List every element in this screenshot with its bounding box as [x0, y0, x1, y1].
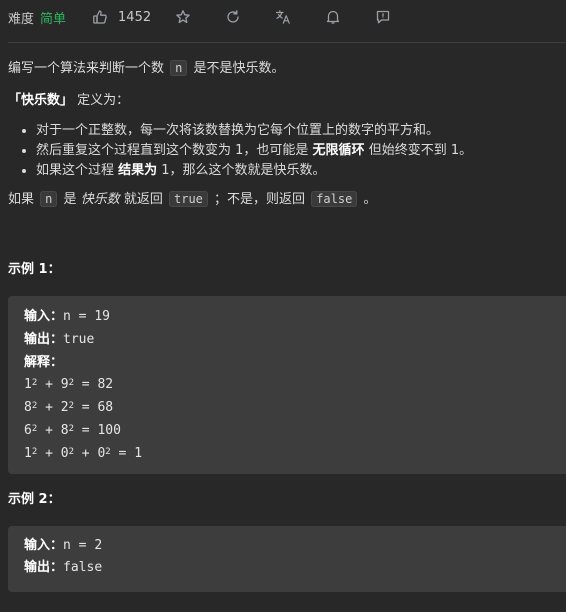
example-input-line: 输入：n = 19 — [24, 306, 558, 329]
text: ；不是，则返回 — [214, 192, 306, 207]
result: 100 — [97, 422, 121, 438]
term: 1 — [24, 445, 32, 461]
difficulty-label: 难度 — [8, 11, 35, 27]
input-label: 输入： — [24, 309, 64, 324]
list-item: 然后重复这个过程直到这个数变为 1，也可能是 无限循环 但始终变不到 1。 — [36, 141, 560, 161]
explain-label: 解释： — [24, 354, 64, 370]
result: 82 — [97, 377, 114, 393]
term: 6 — [24, 422, 32, 438]
comment-icon[interactable] — [375, 9, 391, 25]
like-button[interactable]: 1452 — [92, 9, 151, 25]
example-input-line: 输入：n = 2 — [24, 535, 558, 558]
example-1-title: 示例 1： — [8, 262, 61, 277]
explain-step: 12 + 92 = 82 — [24, 377, 114, 393]
output-value: true — [63, 331, 95, 347]
difficulty-value: 简单 — [40, 11, 67, 27]
example-2-title: 示例 2： — [8, 491, 61, 507]
result: 68 — [97, 400, 114, 416]
explain-step: 12 + 02 + 02 = 1 — [24, 445, 143, 461]
example-explain-line: 解释： — [24, 352, 558, 375]
text: 编写一个算法来判断一个数 — [8, 61, 165, 76]
output-label: 输出： — [24, 331, 64, 347]
explain-step: 62 + 82 = 100 — [24, 422, 121, 438]
term: 9 — [60, 377, 69, 393]
text: 然后重复这个过程直到这个数变为 1，也可能是 — [36, 143, 313, 158]
text: 。 — [363, 192, 377, 207]
refresh-icon[interactable] — [225, 9, 241, 25]
return-paragraph: 如果 n 是 快乐数 就返回 true ；不是，则返回 false 。 — [8, 189, 560, 210]
description-paragraph: 编写一个算法来判断一个数 n 是不是快乐数。 — [8, 58, 560, 79]
text: 定义为： — [77, 93, 130, 108]
likes-count: 1452 — [118, 9, 152, 25]
definition-paragraph: 「快乐数」 定义为： — [8, 91, 560, 111]
text: 如果这个过程 — [36, 163, 119, 178]
list-item: 如果这个过程 结果为 1，那么这个数就是快乐数。 — [36, 161, 560, 181]
divider — [8, 42, 566, 43]
example-2-block: 输入：n = 2 输出：false — [8, 525, 566, 593]
translate-icon[interactable] — [275, 9, 291, 25]
inline-code: n — [40, 191, 58, 207]
input-label: 输入： — [24, 537, 64, 553]
problem-toolbar: 难度 简单 1452 — [8, 0, 566, 34]
text: 对于一个正整数，每一次将该数替换为它每个位置上的数字的平方和。 — [36, 123, 440, 138]
explain-step: 82 + 22 = 68 — [24, 400, 114, 416]
input-value: n = 2 — [63, 537, 103, 553]
term: 1 — [24, 377, 32, 393]
example-output-line: 输出：false — [24, 557, 558, 580]
text: 如果 — [8, 192, 35, 207]
italic-text: 快乐数 — [80, 192, 120, 207]
text: 1，那么这个数就是快乐数。 — [157, 163, 326, 178]
inline-code: false — [311, 191, 358, 207]
star-icon[interactable] — [175, 9, 191, 25]
text: 是不是快乐数。 — [193, 61, 285, 76]
output-label: 输出： — [24, 560, 64, 576]
example-1-block: 输入：n = 19 输出：true 解释： 12 + 92 = 82 82 + … — [8, 296, 566, 474]
inline-code: n — [170, 60, 188, 76]
inline-code: true — [169, 191, 208, 207]
input-value: n = 19 — [63, 309, 110, 324]
result: 1 — [134, 445, 143, 461]
term-happy-number: 「快乐数」 — [8, 93, 74, 108]
text: 就返回 — [123, 192, 163, 207]
list-item: 对于一个正整数，每一次将该数替换为它每个位置上的数字的平方和。 — [36, 121, 560, 141]
bold-text: 无限循环 — [312, 143, 365, 158]
bell-icon[interactable] — [325, 9, 341, 25]
problem-description: 编写一个算法来判断一个数 n 是不是快乐数。 「快乐数」 定义为： 对于一个正整… — [8, 56, 566, 593]
term: 0 — [60, 445, 69, 461]
definition-list: 对于一个正整数，每一次将该数替换为它每个位置上的数字的平方和。 然后重复这个过程… — [8, 121, 560, 181]
thumbs-up-icon — [92, 9, 108, 25]
term: 2 — [60, 400, 69, 416]
text: 但始终变不到 1。 — [364, 143, 473, 158]
text: 是 — [63, 192, 77, 207]
output-value: false — [63, 560, 103, 576]
bold-text: 结果为 — [118, 163, 158, 178]
term: 8 — [24, 400, 32, 416]
example-output-line: 输出：true — [24, 329, 558, 352]
term: 8 — [60, 422, 69, 438]
